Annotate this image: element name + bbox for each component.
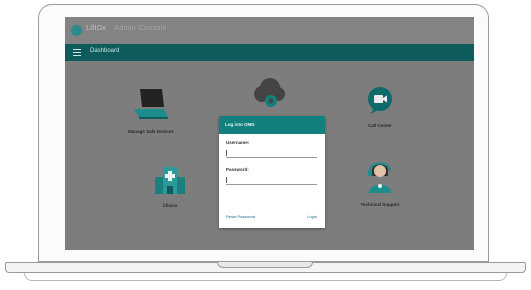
reset-password-link[interactable]: Reset Password bbox=[226, 214, 255, 219]
text-caret bbox=[226, 177, 227, 183]
login-button[interactable]: Login bbox=[307, 214, 317, 219]
tile-label: Clinics bbox=[162, 203, 178, 208]
menu-icon[interactable] bbox=[73, 49, 81, 56]
app-brand: LifIDx Admin Console bbox=[86, 25, 167, 32]
tile-cloud-settings[interactable] bbox=[243, 75, 295, 117]
video-chat-icon bbox=[368, 87, 392, 114]
nav-title: Dashboard bbox=[90, 48, 120, 54]
tile-label: Call Center bbox=[368, 123, 392, 128]
laptop-foot bbox=[24, 273, 507, 281]
text-caret bbox=[226, 150, 227, 156]
tile-label: Manage Safe Devices bbox=[128, 129, 174, 134]
tile-manage-safe-devices[interactable]: Manage Safe Devices bbox=[115, 87, 187, 134]
laptop-screen: LifIDx Admin Console Dashboard Manage Saf… bbox=[65, 17, 474, 250]
brand-name: LifIDx bbox=[86, 25, 107, 32]
laptop-icon bbox=[134, 89, 168, 119]
cloud-gear-icon bbox=[254, 78, 285, 107]
nav-bar: Dashboard bbox=[65, 44, 474, 61]
brand-subtitle: Admin Console bbox=[114, 25, 167, 32]
tile-technical-support[interactable]: Technical Support bbox=[345, 158, 415, 207]
username-input[interactable] bbox=[226, 148, 317, 158]
tile-clinics[interactable]: Clinics bbox=[145, 165, 195, 208]
login-dialog: Log into OMD Username: Password: Reset P… bbox=[219, 116, 325, 228]
password-input[interactable] bbox=[226, 175, 317, 185]
login-dialog-header: Log into OMD bbox=[219, 116, 325, 134]
brand-logo-icon bbox=[71, 25, 82, 36]
support-agent-icon bbox=[368, 162, 391, 193]
username-label: Username: bbox=[226, 140, 250, 145]
login-dialog-title: Log into OMD bbox=[225, 122, 255, 127]
laptop-notch bbox=[217, 262, 313, 268]
tile-call-center[interactable]: Call Center bbox=[355, 85, 405, 128]
tile-label: Technical Support bbox=[360, 202, 400, 207]
app-header: LifIDx Admin Console bbox=[65, 17, 474, 44]
hospital-building-icon bbox=[155, 167, 185, 194]
password-label: Password: bbox=[226, 167, 249, 172]
